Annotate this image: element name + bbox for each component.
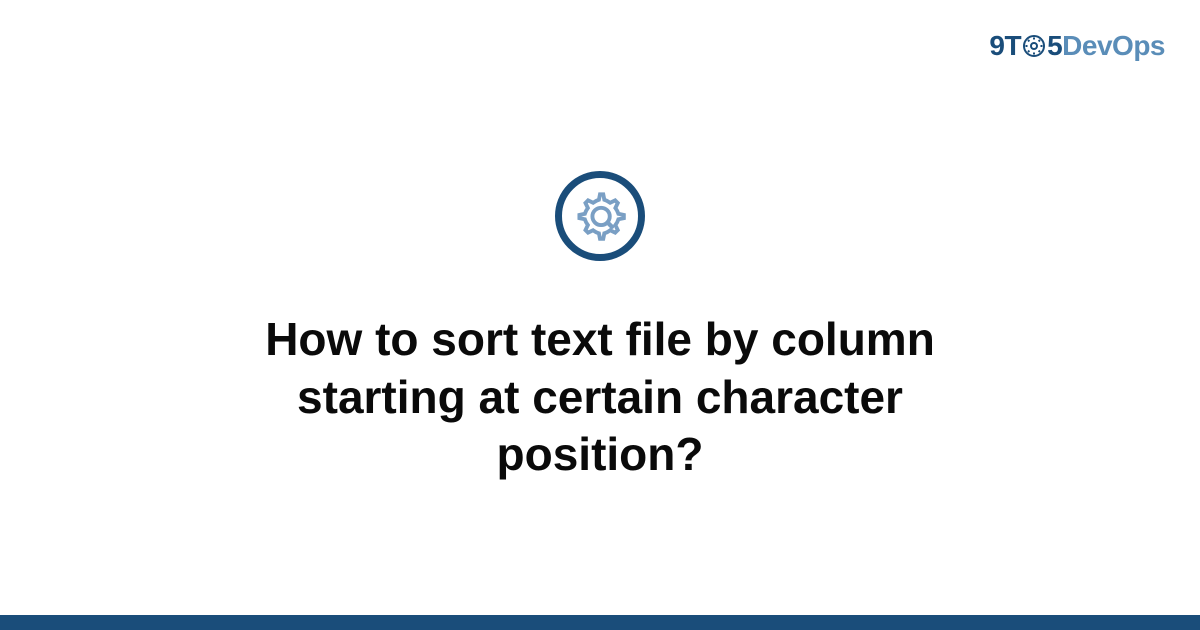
- footer-accent-bar: [0, 615, 1200, 630]
- gear-icon: [574, 190, 626, 242]
- main-content: How to sort text file by column starting…: [0, 0, 1200, 615]
- page-title: How to sort text file by column starting…: [150, 311, 1050, 484]
- center-gear-badge: [555, 171, 645, 261]
